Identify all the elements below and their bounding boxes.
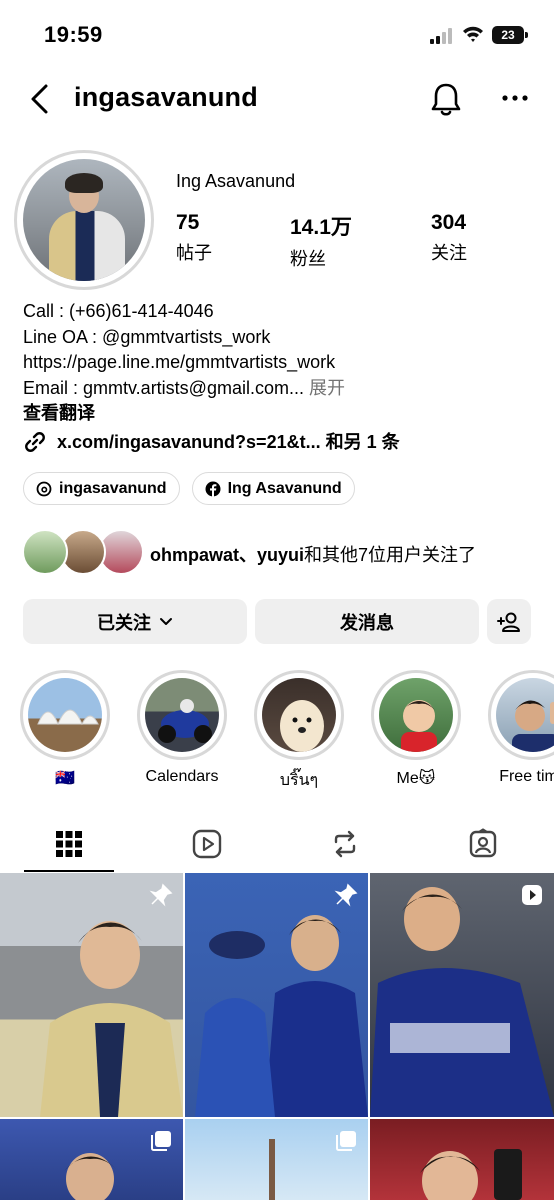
facebook-chip-label: Ing Asavanund (227, 479, 342, 497)
status-time: 19:59 (44, 22, 103, 47)
stat-posts-value: 75 (176, 211, 200, 234)
post-thumbnail[interactable] (370, 1119, 554, 1200)
post-thumbnail[interactable] (0, 1119, 183, 1200)
bio-line: https://page.line.me/gmmtvartists_work (23, 352, 336, 372)
chevron-down-icon (160, 617, 172, 625)
threads-icon (36, 481, 52, 496)
link-icon (25, 432, 45, 453)
reels-icon (192, 829, 222, 859)
active-tab-indicator (24, 870, 114, 872)
tab-posts[interactable] (0, 816, 138, 872)
add-person-icon (497, 612, 520, 632)
following-button[interactable]: 已关注 (23, 599, 247, 644)
bio-line-email: Email : gmmtv.artists@gmail.com... 展开 (23, 376, 543, 402)
bio-more-link[interactable]: 展开 (309, 378, 345, 398)
post-thumbnail[interactable] (185, 873, 368, 1117)
reposts-icon (334, 830, 356, 858)
message-button[interactable]: 发消息 (255, 599, 479, 644)
story-highlights: 🇦🇺 Calendars บริ๊นๆ Me😽 Free time (0, 670, 554, 790)
post-thumbnail[interactable] (0, 873, 183, 1117)
status-bar: 19:59 23 (0, 0, 554, 70)
threads-chip[interactable]: ingasavanund (23, 472, 180, 505)
highlight-label: บริ๊นๆ (279, 772, 319, 789)
highlight-label: Free time (499, 768, 554, 785)
stat-posts-label: 帖子 (176, 243, 212, 263)
grid-icon (56, 831, 82, 857)
highlight-item[interactable]: บริ๊นๆ (253, 670, 345, 793)
external-link[interactable]: x.com/ingasavanund?s=21&t... 和另 1 条 (23, 430, 543, 456)
avatar-photo (23, 159, 145, 281)
carousel-icon (151, 1131, 171, 1151)
highlight-item[interactable]: 🇦🇺 (19, 670, 111, 788)
post-thumbnail[interactable] (370, 873, 554, 1117)
highlight-label: Calendars (145, 768, 219, 785)
bio-line: Line OA : @gmmtvartists_work (23, 326, 271, 347)
stat-following-label: 关注 (431, 243, 467, 263)
battery-level: 23 (492, 26, 524, 44)
mutual-avatar (22, 529, 68, 575)
link-url: x.com/ingasavanund?s=21&t... (57, 431, 321, 452)
highlight-cover (496, 678, 554, 752)
back-icon[interactable] (26, 82, 56, 116)
display-name: Ing Asavanund (176, 171, 296, 191)
see-translation-link[interactable]: 查看翻译 (23, 401, 543, 427)
mutual-followers[interactable]: ohmpawat、yuyui和其他7位用户关注了 (22, 529, 542, 575)
social-chips: ingasavanund Ing Asavanund (23, 472, 355, 505)
threads-chip-label: ingasavanund (59, 479, 167, 497)
bio-email: Email : gmmtv.artists@gmail.com... (23, 377, 304, 398)
profile-tabs (0, 816, 554, 872)
stat-followers[interactable]: 14.1万 粉丝 (290, 211, 352, 271)
profile-bio: Call : (+66)61-414-4046 Line OA : @gmmtv… (23, 299, 543, 455)
post-thumbnail[interactable] (185, 1119, 368, 1200)
highlight-cover (262, 678, 336, 752)
more-options-icon[interactable] (500, 88, 530, 108)
tagged-icon (469, 828, 497, 858)
mutual-names: ohmpawat、yuyui (150, 545, 305, 565)
pinned-icon (149, 883, 173, 907)
mutual-suffix: 和其他7位用户关注了 (304, 545, 477, 565)
highlight-cover (28, 678, 102, 752)
battery-icon: 23 (492, 26, 528, 44)
suggest-users-button[interactable] (487, 599, 531, 644)
link-more: 和另 1 条 (325, 431, 400, 452)
facebook-icon (205, 481, 221, 496)
message-button-label: 发消息 (340, 612, 394, 633)
highlight-cover (145, 678, 219, 752)
stat-following-value: 304 (431, 211, 467, 234)
tab-tagged[interactable] (414, 816, 552, 872)
stat-followers-value: 14.1万 (290, 216, 352, 239)
carousel-icon (336, 1131, 356, 1151)
signal-icon (430, 28, 452, 44)
highlight-label: 🇦🇺 (55, 770, 75, 787)
stat-following[interactable]: 304 关注 (431, 211, 467, 265)
posts-grid (0, 873, 554, 1200)
profile-header: ingasavanund (0, 76, 554, 122)
wifi-icon (463, 26, 483, 42)
profile-avatar[interactable] (14, 150, 154, 290)
highlight-label: Me😽 (396, 770, 436, 787)
stat-followers-label: 粉丝 (290, 249, 326, 269)
stat-posts[interactable]: 75 帖子 (176, 211, 212, 265)
highlight-item[interactable]: Me😽 (370, 670, 462, 788)
following-button-label: 已关注 (97, 612, 151, 633)
tab-reposts[interactable] (276, 816, 414, 872)
bio-line: Call : (+66)61-414-4046 (23, 301, 214, 321)
tab-reels[interactable] (138, 816, 276, 872)
highlight-cover (379, 678, 453, 752)
bell-icon[interactable] (428, 80, 464, 118)
mutual-followers-text: ohmpawat、yuyui和其他7位用户关注了 (150, 541, 476, 567)
highlight-item[interactable]: Calendars (136, 670, 228, 786)
highlight-item[interactable]: Free time (487, 670, 554, 786)
profile-username: ingasavanund (74, 82, 258, 112)
pinned-icon (334, 883, 358, 907)
facebook-chip[interactable]: Ing Asavanund (191, 472, 355, 505)
reel-icon (522, 885, 542, 905)
